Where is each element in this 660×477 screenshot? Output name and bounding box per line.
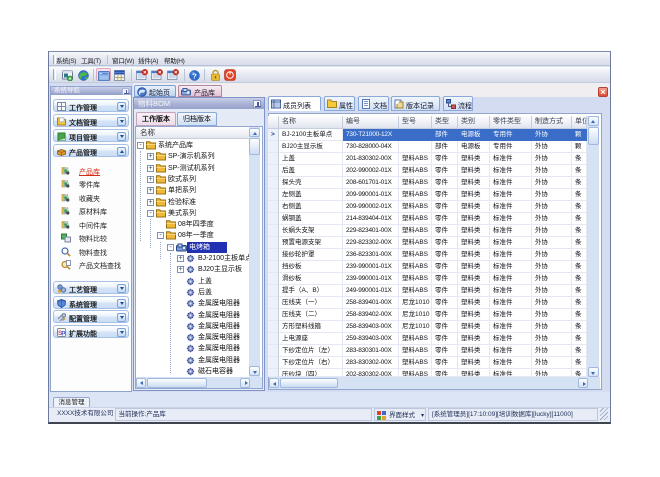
svg-text:?: ? xyxy=(192,71,197,80)
